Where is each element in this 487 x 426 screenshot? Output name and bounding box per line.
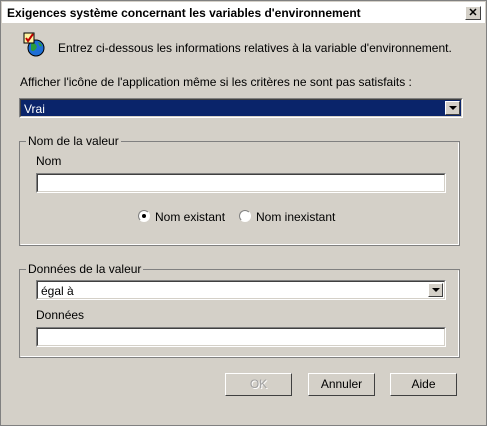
name-label: Nom: [36, 154, 62, 168]
data-label: Données: [36, 308, 85, 322]
value-name-group-title: Nom de la valeur: [26, 134, 121, 148]
show-icon-select[interactable]: Vrai: [19, 98, 463, 118]
dialog-window: Exigences système concernant les variabl…: [0, 0, 487, 426]
value-name-group: Nom de la valeur: [19, 134, 460, 246]
show-icon-select-value: Vrai: [24, 102, 45, 116]
help-button[interactable]: Aide: [390, 373, 457, 396]
chevron-down-icon[interactable]: [445, 101, 460, 115]
name-input[interactable]: [36, 173, 446, 193]
title-bar[interactable]: Exigences système concernant les variabl…: [2, 2, 485, 23]
show-icon-label: Afficher l'icône de l'application même s…: [20, 75, 412, 89]
ok-button[interactable]: OK: [225, 373, 292, 396]
operator-select-value: égal à: [41, 284, 74, 298]
radio-nonexisting-name-label[interactable]: Nom inexistant: [256, 210, 335, 224]
radio-existing-name[interactable]: [138, 210, 150, 222]
window-title: Exigences système concernant les variabl…: [7, 6, 361, 20]
operator-select[interactable]: égal à: [36, 280, 446, 300]
value-data-group-title: Données de la valeur: [26, 262, 144, 276]
globe-check-icon: [23, 32, 45, 57]
cancel-button[interactable]: Annuler: [308, 373, 375, 396]
chevron-down-icon[interactable]: [428, 283, 443, 297]
close-icon: ✕: [468, 7, 478, 19]
intro-text: Entrez ci-dessous les informations relat…: [58, 41, 452, 55]
close-button[interactable]: ✕: [465, 6, 481, 20]
data-input[interactable]: [36, 327, 446, 347]
radio-existing-name-label[interactable]: Nom existant: [155, 210, 225, 224]
radio-nonexisting-name[interactable]: [239, 210, 251, 222]
